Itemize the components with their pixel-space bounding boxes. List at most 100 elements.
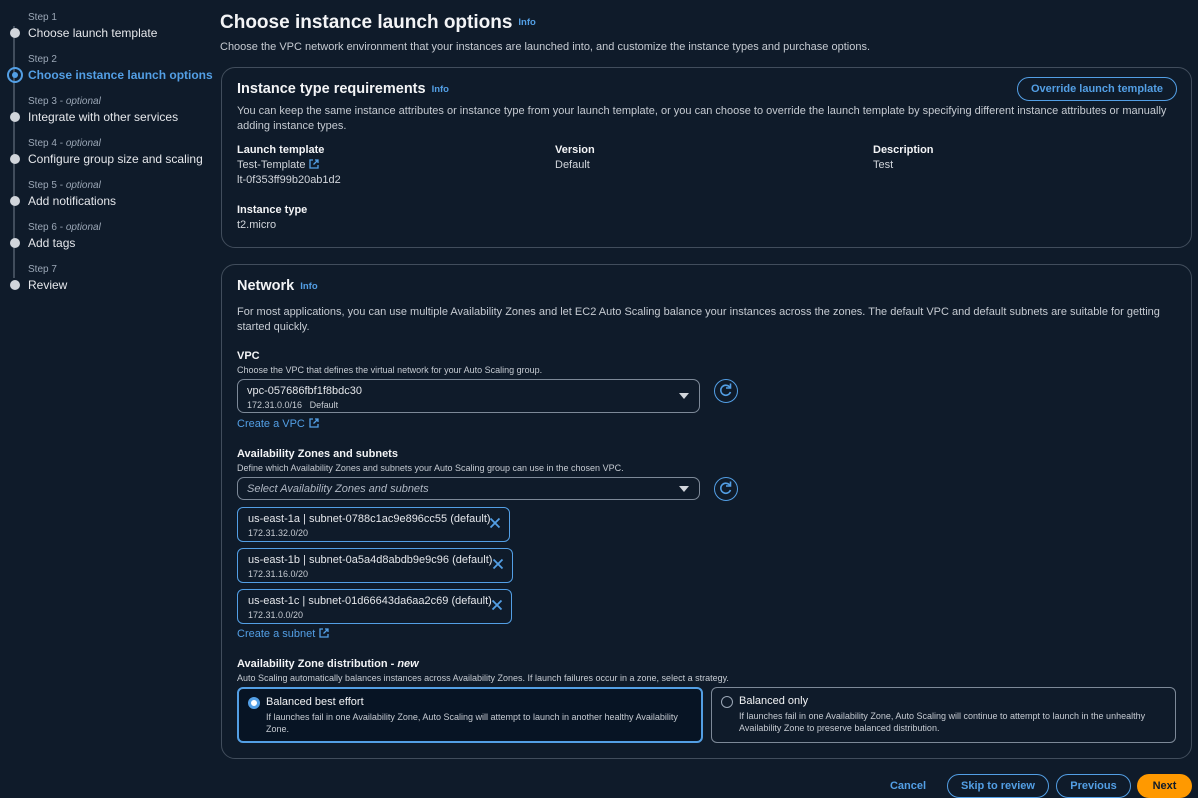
az-distribution-label-text: Availability Zone distribution - bbox=[237, 658, 398, 670]
subnet-token-name: us-east-1c | subnet-01d66643da6aa2c69 (d… bbox=[248, 595, 492, 607]
launch-template-label: Launch template bbox=[237, 144, 325, 156]
radio-selected[interactable] bbox=[248, 697, 260, 709]
create-vpc-link[interactable]: Create a VPC bbox=[237, 418, 319, 430]
previous-button[interactable]: Previous bbox=[1056, 774, 1131, 798]
az-distribution-hint: Auto Scaling automatically balances inst… bbox=[237, 673, 729, 683]
chevron-down-icon bbox=[679, 393, 689, 399]
skip-to-review-button[interactable]: Skip to review bbox=[947, 774, 1049, 798]
subnet-token-name: us-east-1a | subnet-0788c1ac9e896cc55 (d… bbox=[248, 513, 491, 525]
option-description: If launches fail in one Availability Zon… bbox=[739, 711, 1146, 733]
panel-description: You can keep the same instance attribute… bbox=[237, 105, 1167, 132]
step-5[interactable]: Step 5 - optional Add notifications bbox=[0, 174, 210, 236]
info-link[interactable]: Info bbox=[518, 17, 535, 28]
subnet-token-cidr: 172.31.16.0/20 bbox=[248, 569, 309, 579]
step-number: Step 3 - optional bbox=[28, 96, 101, 107]
step-3[interactable]: Step 3 - optional Integrate with other s… bbox=[0, 90, 210, 152]
step-dot bbox=[10, 280, 20, 290]
new-badge: new bbox=[397, 658, 419, 670]
step-number: Step 5 - optional bbox=[28, 180, 101, 191]
instance-type-value: t2.micro bbox=[237, 219, 277, 231]
option-title: Balanced best effort bbox=[266, 696, 364, 708]
page-description: Choose the VPC network environment that … bbox=[220, 41, 870, 53]
chevron-down-icon bbox=[679, 485, 689, 492]
refresh-vpc-button[interactable] bbox=[714, 379, 738, 403]
vpc-select[interactable]: vpc-057686fbf1f8bdc30 172.31.0.0/16 Defa… bbox=[237, 379, 700, 413]
create-subnet-link[interactable]: Create a subnet bbox=[237, 628, 329, 640]
step-dot bbox=[10, 196, 20, 206]
description-value: Test bbox=[873, 159, 894, 171]
refresh-icon bbox=[720, 383, 732, 396]
subnet-token: us-east-1a | subnet-0788c1ac9e896cc55 (d… bbox=[237, 507, 510, 542]
version-value: Default bbox=[555, 159, 590, 171]
remove-subnet-close-icon[interactable] bbox=[489, 517, 501, 529]
az-subnets-select[interactable]: Select Availability Zones and subnets bbox=[237, 477, 700, 500]
vpc-selected-value: vpc-057686fbf1f8bdc30 bbox=[247, 385, 362, 397]
subnet-token: us-east-1b | subnet-0a5a4d8abdb9e9c96 (d… bbox=[237, 548, 513, 583]
panel-title: Instance type requirements Info bbox=[237, 81, 449, 97]
step-7[interactable]: Step 7 Review bbox=[0, 258, 210, 292]
vpc-cidr: 172.31.0.0/16 bbox=[247, 400, 303, 410]
az-subnets-label: Availability Zones and subnets bbox=[237, 448, 398, 460]
subnet-token-cidr: 172.31.32.0/20 bbox=[248, 528, 309, 538]
option-title: Balanced only bbox=[739, 695, 809, 707]
panel-description: For most applications, you can use multi… bbox=[237, 306, 1160, 333]
vpc-tag: Default bbox=[309, 400, 339, 410]
external-link-icon bbox=[309, 159, 320, 169]
panel-title: Network Info bbox=[237, 278, 318, 294]
page-title-text: Choose instance launch options bbox=[220, 12, 513, 33]
az-distribution-label: Availability Zone distribution - new bbox=[237, 658, 419, 670]
subnet-token-cidr: 172.31.0.0/20 bbox=[248, 610, 304, 620]
cancel-button[interactable]: Cancel bbox=[878, 774, 938, 798]
remove-subnet-close-icon[interactable] bbox=[491, 599, 503, 611]
step-number: Step 7 bbox=[28, 264, 57, 275]
step-2[interactable]: Step 2 Choose instance launch options bbox=[0, 48, 213, 110]
launch-template-link[interactable]: Test-Template bbox=[237, 159, 320, 171]
step-label[interactable]: Add notifications bbox=[28, 194, 116, 208]
step-label[interactable]: Choose instance launch options bbox=[28, 68, 213, 82]
option-description: If launches fail in one Availability Zon… bbox=[266, 712, 678, 734]
vpc-label: VPC bbox=[237, 350, 260, 362]
next-button[interactable]: Next bbox=[1137, 774, 1192, 798]
launch-template-id: lt-0f353ff99b20ab1d2 bbox=[237, 174, 341, 186]
subnet-token-name: us-east-1b | subnet-0a5a4d8abdb9e9c96 (d… bbox=[248, 554, 493, 566]
version-label: Version bbox=[555, 144, 595, 156]
step-dot-active bbox=[7, 67, 23, 83]
step-dot bbox=[10, 154, 20, 164]
launch-template-name[interactable]: Test-Template bbox=[237, 159, 305, 171]
instance-type-label: Instance type bbox=[237, 204, 308, 216]
info-link[interactable]: Info bbox=[300, 281, 317, 292]
refresh-subnets-button[interactable] bbox=[714, 477, 738, 501]
step-4[interactable]: Step 4 - optional Configure group size a… bbox=[0, 132, 210, 194]
create-vpc-text[interactable]: Create a VPC bbox=[237, 418, 305, 430]
remove-subnet-close-icon[interactable] bbox=[492, 558, 504, 570]
step-number: Step 2 bbox=[28, 54, 57, 65]
radio-unselected[interactable] bbox=[721, 696, 733, 708]
external-link-icon bbox=[319, 628, 329, 638]
subnet-token: us-east-1c | subnet-01d66643da6aa2c69 (d… bbox=[237, 589, 512, 624]
az-subnets-placeholder: Select Availability Zones and subnets bbox=[247, 483, 429, 495]
balanced-only-option[interactable]: Balanced only If launches fail in one Av… bbox=[711, 687, 1176, 743]
step-label[interactable]: Review bbox=[28, 278, 67, 292]
wizard-steps-sidebar: Step 1 Choose launch template Step 2 Cho… bbox=[0, 0, 213, 792]
step-label[interactable]: Choose launch template bbox=[28, 26, 157, 40]
step-label[interactable]: Configure group size and scaling bbox=[28, 152, 203, 166]
override-launch-template-button[interactable]: Override launch template bbox=[1017, 77, 1177, 101]
step-number: Step 6 - optional bbox=[28, 222, 101, 233]
description-label: Description bbox=[873, 144, 934, 156]
step-label[interactable]: Add tags bbox=[28, 236, 75, 250]
vpc-details: 172.31.0.0/16 Default bbox=[247, 400, 338, 410]
info-link[interactable]: Info bbox=[432, 84, 449, 95]
network-panel: Network Info For most applications, you c… bbox=[221, 264, 1192, 759]
step-dot bbox=[10, 28, 20, 38]
external-link-icon bbox=[309, 418, 319, 428]
step-1[interactable]: Step 1 Choose launch template bbox=[0, 6, 210, 68]
create-subnet-text[interactable]: Create a subnet bbox=[237, 628, 315, 640]
page-title: Choose instance launch options Info bbox=[220, 12, 536, 34]
step-number: Step 1 bbox=[28, 12, 57, 23]
balanced-best-effort-option[interactable]: Balanced best effort If launches fail in… bbox=[237, 687, 703, 743]
step-number: Step 4 - optional bbox=[28, 138, 101, 149]
step-dot bbox=[10, 112, 20, 122]
step-6[interactable]: Step 6 - optional Add tags bbox=[0, 216, 210, 278]
az-subnets-hint: Define which Availability Zones and subn… bbox=[237, 463, 624, 473]
step-label[interactable]: Integrate with other services bbox=[28, 110, 178, 124]
